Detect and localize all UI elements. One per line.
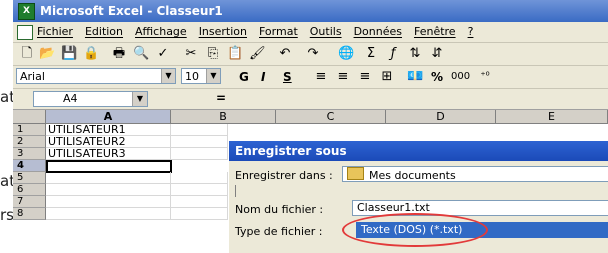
formula-bar: A4 ▼ = [13,89,608,110]
chevron-down-icon[interactable]: ▼ [161,69,175,83]
column-header-c[interactable]: C [276,110,386,124]
sort-descending-icon[interactable]: ⇵ [429,46,445,62]
font-name-select[interactable]: Arial ▼ [16,68,176,84]
save-in-label: Enregistrer dans : [235,169,333,182]
cell-b8[interactable] [171,208,228,220]
menu-insertion[interactable]: Insertion [199,25,247,38]
hyperlink-icon[interactable]: 🌐 [338,46,354,62]
title-bar: X Microsoft Excel - Classeur1 [13,0,608,22]
highlight-ellipse [342,213,488,247]
window-title: Microsoft Excel - Classeur1 [40,4,223,18]
excel-window: X Microsoft Excel - Classeur1 Fichier Ed… [13,0,608,253]
currency-icon[interactable]: 💶 [407,69,423,85]
cut-icon[interactable]: ✂ [183,46,199,62]
cell-b7[interactable] [171,196,228,208]
print-preview-icon[interactable]: 🔍 [133,46,149,62]
bold-button[interactable]: G [239,69,249,85]
menu-fenetre[interactable]: Fenêtre [414,25,456,38]
column-header-b[interactable]: B [171,110,276,124]
menu-affichage[interactable]: Affichage [135,25,187,38]
menu-bar: Fichier Edition Affichage Insertion Form… [13,22,608,43]
menu-format[interactable]: Format [259,25,298,38]
save-in-value: Mes documents [369,169,456,182]
font-name-value: Arial [20,70,45,83]
column-header-d[interactable]: D [386,110,496,124]
new-document-icon[interactable]: 🗋 [19,46,35,62]
cell-a6[interactable] [46,184,171,196]
column-header-a[interactable]: A [46,110,171,124]
cell-b3[interactable] [171,148,228,160]
cell-a7[interactable] [46,196,171,208]
function-icon[interactable]: ƒ [385,46,401,62]
cell-a3[interactable]: UTILISATEUR3 [46,148,171,160]
excel-icon: X [18,3,35,20]
align-center-icon[interactable]: ≡ [335,69,351,85]
row-header[interactable]: 3 [13,148,46,160]
column-header-e[interactable]: E [496,110,608,124]
increase-decimal-icon[interactable]: ⁺⁰ [477,69,493,85]
italic-button[interactable]: I [261,69,265,85]
thousands-button[interactable]: 000 [451,69,470,85]
open-folder-icon[interactable]: 📂 [39,46,55,62]
redo-icon[interactable]: ↷ [305,46,321,62]
row-header[interactable]: 1 [13,124,46,136]
formatting-toolbar: Arial ▼ 10 ▼ G I S ≡ ≡ ≡ ⊞ 💶 % 000 ⁺⁰ [13,66,608,89]
cell-b5[interactable] [171,172,228,184]
save-in-select[interactable]: Mes documents [342,166,608,182]
underline-button[interactable]: S [283,69,292,85]
cell-a5[interactable] [46,172,171,184]
menu-outils[interactable]: Outils [310,25,342,38]
select-all-corner[interactable] [13,110,46,124]
scroll-edge [235,185,240,197]
filetype-label: Type de fichier : [235,225,323,238]
permission-icon[interactable]: 🔒 [83,46,99,62]
name-box-value: A4 [63,92,78,105]
chevron-down-icon[interactable]: ▼ [206,69,220,83]
menu-donnees[interactable]: Données [354,25,402,38]
cell-a8[interactable] [46,208,171,220]
row-header[interactable]: 7 [13,196,46,208]
undo-icon[interactable]: ↶ [277,46,293,62]
standard-toolbar: 🗋 📂 💾 🔒 🖶 🔍 ✓ ✂ ⎘ 📋 🖌 ↶ ↷ 🌐 Σ ƒ ⇅ ⇵ [13,43,608,66]
name-box[interactable]: A4 ▼ [33,91,148,107]
cell-b2[interactable] [171,136,228,148]
row-header[interactable]: 6 [13,184,46,196]
row-header[interactable]: 4 [13,160,46,172]
merge-center-icon[interactable]: ⊞ [379,69,395,85]
dialog-title: Enregistrer sous [229,141,608,161]
format-painter-icon[interactable]: 🖌 [249,46,266,62]
print-icon[interactable]: 🖶 [111,46,127,62]
spelling-icon[interactable]: ✓ [155,46,171,62]
menu-edition[interactable]: Edition [85,25,123,38]
formula-equals-icon[interactable]: = [216,91,226,105]
font-size-select[interactable]: 10 ▼ [181,68,221,84]
save-icon[interactable]: 💾 [61,46,77,62]
folder-icon [347,167,364,180]
menu-help[interactable]: ? [468,25,474,38]
chevron-down-icon[interactable]: ▼ [132,92,147,106]
autosum-icon[interactable]: Σ [363,46,379,62]
align-left-icon[interactable]: ≡ [313,69,329,85]
save-as-dialog: Enregistrer sous Enregistrer dans : Mes … [228,140,608,253]
row-header[interactable]: 5 [13,172,46,184]
paste-icon[interactable]: 📋 [227,46,243,62]
cell-b1[interactable] [171,124,228,136]
filename-label: Nom du fichier : [235,203,324,216]
menu-fichier[interactable]: Fichier [37,25,73,38]
background-text-fragment: rs [0,206,14,224]
cell-b6[interactable] [171,184,228,196]
workbook-icon[interactable] [17,25,33,40]
sort-ascending-icon[interactable]: ⇅ [407,46,423,62]
font-size-value: 10 [185,70,199,83]
copy-icon[interactable]: ⎘ [205,46,221,62]
percent-button[interactable]: % [431,69,443,85]
align-right-icon[interactable]: ≡ [357,69,373,85]
row-header[interactable]: 8 [13,208,46,220]
row-header[interactable]: 2 [13,136,46,148]
